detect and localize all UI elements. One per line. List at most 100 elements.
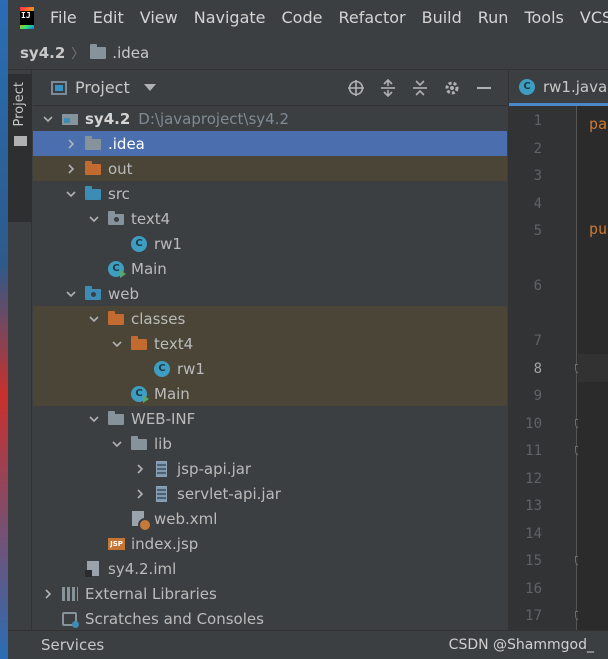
- breadcrumb-idea-folder[interactable]: .idea: [112, 44, 149, 62]
- desktop-background-strip: [0, 0, 8, 659]
- libraries-icon: [61, 586, 79, 602]
- menu-view[interactable]: View: [132, 0, 186, 36]
- chevron-right-icon[interactable]: [133, 487, 147, 501]
- chevron-down-icon[interactable]: [87, 212, 101, 226]
- expand-all-icon[interactable]: [379, 78, 397, 97]
- tree-row[interactable]: servlet-api.jar: [33, 481, 507, 506]
- tree-row-label: out: [108, 159, 133, 178]
- line-number: 1: [533, 113, 542, 129]
- line-number: 11: [525, 443, 542, 459]
- excluded-folder-icon: [130, 335, 148, 352]
- locate-icon[interactable]: [347, 79, 365, 97]
- tree-row-label: WEB-INF: [131, 409, 196, 428]
- tree-row-label: web.xml: [154, 509, 218, 528]
- tree-row[interactable]: text4: [33, 331, 507, 356]
- tree-row-path: D:\javaproject\sy4.2: [138, 109, 290, 128]
- tree-row-label: External Libraries: [85, 584, 217, 603]
- intellij-logo-icon: IJ: [20, 7, 34, 29]
- tree-row[interactable]: Crw1: [33, 356, 507, 381]
- menu-build[interactable]: Build: [414, 0, 470, 36]
- tool-window-strip: Project: [8, 70, 32, 659]
- tree-row-label: classes: [131, 309, 186, 328]
- package-icon: [107, 210, 125, 227]
- tree-row[interactable]: WEB-INF: [33, 406, 507, 431]
- breadcrumb-separator-icon: 〉: [71, 47, 85, 62]
- chevron-right-icon[interactable]: [64, 162, 78, 176]
- tree-row[interactable]: web: [33, 281, 507, 306]
- tree-row[interactable]: web.xml: [33, 506, 507, 532]
- excluded-folder-icon: [84, 160, 102, 177]
- bottom-tool-bar: Services CSDN @Shammgod_: [8, 630, 608, 659]
- jar-icon: [153, 485, 171, 502]
- tree-row-label: servlet-api.jar: [177, 484, 281, 503]
- chevron-down-icon[interactable]: [110, 437, 124, 451]
- project-panel: Project sy4.2 D:\javaproject\sy4.2 .idea ou…: [33, 70, 507, 630]
- line-number: 4: [533, 196, 542, 212]
- line-number: 15: [525, 553, 542, 569]
- tree-row-label: .idea: [108, 134, 145, 153]
- line-number: 14: [525, 526, 542, 542]
- chevron-down-icon[interactable]: [64, 287, 78, 301]
- chevron-down-icon[interactable]: [41, 112, 55, 126]
- folder-icon: [90, 43, 107, 59]
- chevron-right-icon[interactable]: [133, 462, 147, 476]
- line-number: 8: [533, 361, 542, 377]
- chevron-right-icon[interactable]: [64, 137, 78, 151]
- line-number: 10: [525, 416, 542, 432]
- line-number-gutter: 1 2 3 4 5 6 7 8 9 10 11 12 13 14 15 16 17: [509, 106, 585, 630]
- watermark: CSDN @Shammgod_: [448, 637, 594, 653]
- tree-row[interactable]: out: [33, 156, 507, 181]
- tree-row-label: index.jsp: [131, 534, 199, 553]
- tree-row[interactable]: lib: [33, 431, 507, 456]
- menu-vcs[interactable]: VCS: [572, 0, 608, 36]
- excluded-folder-icon: [107, 310, 125, 327]
- chevron-down-icon[interactable]: [87, 312, 101, 326]
- web-folder-icon: [84, 285, 102, 302]
- menu-tools[interactable]: Tools: [516, 0, 571, 36]
- tree-row-label: src: [108, 184, 130, 203]
- tree-row[interactable]: jsp-api.jar: [33, 456, 507, 481]
- services-tool-tab[interactable]: Services: [41, 636, 104, 654]
- collapse-all-icon[interactable]: [411, 79, 429, 97]
- line-number: 9: [533, 388, 542, 404]
- tree-row[interactable]: External Libraries: [33, 581, 507, 606]
- folder-icon: [84, 135, 102, 152]
- tree-row[interactable]: classes: [33, 306, 507, 331]
- line-number: 16: [525, 581, 542, 597]
- tree-row[interactable]: Crw1: [33, 231, 507, 256]
- tree-row[interactable]: .idea: [33, 131, 507, 156]
- editor-tab-rw1[interactable]: C rw1.java: [509, 70, 608, 106]
- folder-icon: [14, 136, 27, 146]
- menu-edit[interactable]: Edit: [85, 0, 132, 36]
- tree-row[interactable]: sy4.2.iml: [33, 556, 507, 581]
- menu-file[interactable]: File: [46, 0, 85, 36]
- menu-run[interactable]: Run: [470, 0, 517, 36]
- tree-row[interactable]: JSP index.jsp: [33, 531, 507, 556]
- breadcrumb-project[interactable]: sy4.2: [20, 44, 65, 62]
- tree-row[interactable]: Scratches and Consoles: [33, 606, 507, 631]
- tree-row[interactable]: C Main: [33, 381, 507, 406]
- module-folder-icon: [61, 111, 79, 127]
- gear-icon[interactable]: [443, 79, 461, 97]
- tree-row-label: lib: [154, 434, 172, 453]
- tree-row[interactable]: text4: [33, 206, 507, 231]
- minimize-icon[interactable]: [475, 79, 493, 97]
- chevron-down-icon[interactable]: [110, 337, 124, 351]
- tree-row-label: web: [108, 284, 140, 303]
- jsp-icon: JSP: [107, 536, 125, 552]
- tree-row[interactable]: src: [33, 181, 507, 206]
- tree-row[interactable]: C Main: [33, 256, 507, 281]
- folder-icon: [130, 435, 148, 452]
- folder-icon: [107, 410, 125, 427]
- tree-row[interactable]: sy4.2 D:\javaproject\sy4.2: [33, 106, 507, 131]
- menu-refactor[interactable]: Refactor: [330, 0, 413, 36]
- chevron-down-icon[interactable]: [87, 412, 101, 426]
- chevron-right-icon[interactable]: [41, 587, 55, 601]
- menu-navigate[interactable]: Navigate: [186, 0, 274, 36]
- chevron-down-icon[interactable]: [143, 84, 156, 91]
- chevron-down-icon[interactable]: [64, 187, 78, 201]
- menu-code[interactable]: Code: [274, 0, 331, 36]
- code-line-1: pa: [589, 115, 608, 133]
- panel-title[interactable]: Project: [75, 78, 130, 97]
- project-tool-tab[interactable]: Project: [8, 74, 32, 222]
